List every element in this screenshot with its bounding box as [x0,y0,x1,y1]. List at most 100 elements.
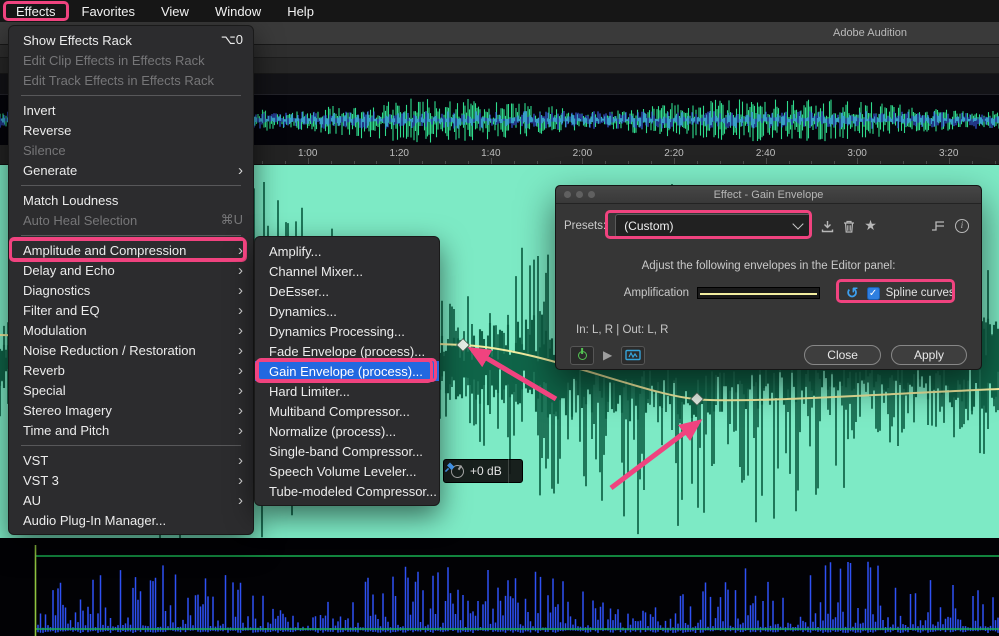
menu-item-auto-heal-selection: Auto Heal Selection⌘U [9,210,253,230]
timeline-label: 3:00 [847,148,866,159]
menu-item-noise-reduction-restoration[interactable]: Noise Reduction / Restoration› [9,340,253,360]
menu-item-diagnostics[interactable]: Diagnostics› [9,280,253,300]
ruler-tick [285,161,286,164]
power-icon [578,351,587,360]
screen: Adobe Audition 1:001:201:402:002:202:403… [0,0,999,636]
menu-item-label: Reverb [23,363,226,378]
power-button[interactable] [570,346,594,365]
menu-separator [21,95,241,96]
menu-item-fade-envelope-process[interactable]: Fade Envelope (process)... [255,341,439,361]
reset-icon[interactable]: ↺ [846,286,859,301]
ruler-tick [262,161,263,164]
menu-item-delay-and-echo[interactable]: Delay and Echo› [9,260,253,280]
menu-item-label: Match Loudness [23,193,243,208]
menu-item-channel-mixer[interactable]: Channel Mixer... [255,261,439,281]
menu-item-stereo-imagery[interactable]: Stereo Imagery› [9,400,253,420]
preset-value: (Custom) [624,219,673,233]
menu-item-reverb[interactable]: Reverb › [9,360,253,380]
menu-item-tube-modeled-compressor[interactable]: Tube-modeled Compressor... [255,481,439,501]
secondary-waveform-panel [0,538,999,636]
amplitude-and-compression-submenu: Amplify... Channel Mixer... DeEsser... Dyna… [254,236,440,506]
menu-item-modulation[interactable]: Modulation› [9,320,253,340]
menu-item-label: Dynamics... [269,304,429,319]
menu-item-special[interactable]: Special› [9,380,253,400]
menu-item-label: Noise Reduction / Restoration [23,343,226,358]
menu-item-label: Filter and EQ [23,303,226,318]
ruler-tick [468,161,469,164]
menu-item-label: Channel Mixer... [269,264,429,279]
presets-dropdown[interactable]: (Custom) [615,214,812,238]
dialog-title-bar[interactable]: Effect - Gain Envelope [556,186,981,204]
channel-io-text: In: L, R | Out: L, R [556,324,981,336]
menu-item-au[interactable]: AU› [9,490,253,510]
menu-item-label: Delay and Echo [23,263,226,278]
preview-editor-button[interactable] [621,346,645,365]
menu-item-gain-envelope-process[interactable]: Gain Envelope (process)... [255,361,439,381]
menubar-item-favorites[interactable]: Favorites [69,0,148,22]
menu-item-time-and-pitch[interactable]: Time and Pitch› [9,420,253,440]
menu-item-multiband-compressor[interactable]: Multiband Compressor... [255,401,439,421]
ruler-tick [514,161,515,164]
ruler-tick [422,161,423,164]
menu-item-label: Gain Envelope (process)... [269,364,429,379]
menu-item-match-loudness[interactable]: Match Loudness [9,190,253,210]
save-preset-button[interactable] [821,220,834,233]
menu-item-dynamics[interactable]: Dynamics... [255,301,439,321]
apply-button[interactable]: Apply [891,345,967,365]
info-icon[interactable]: i [955,219,969,233]
secondary-waveform-graphic [0,538,999,636]
preview-play-button[interactable]: ▶ [603,348,612,362]
ruler-tick [995,161,996,164]
menu-item-amplify[interactable]: Amplify... [255,241,439,261]
menu-item-reverse[interactable]: Reverse [9,120,253,140]
spline-curves-checkbox[interactable]: ✓ [867,287,880,300]
menu-item-vst-3[interactable]: VST 3› [9,470,253,490]
pin-icon[interactable] [508,459,515,483]
menu-item-silence: Silence [9,140,253,160]
ruler-tick [903,161,904,164]
menubar-item-view[interactable]: View [148,0,202,22]
delete-preset-button[interactable] [843,220,855,233]
menu-item-speech-volume-leveler[interactable]: Speech Volume Leveler... [255,461,439,481]
menu-item-generate[interactable]: Generate› [9,160,253,180]
menu-item-vst[interactable]: VST› [9,450,253,470]
gain-envelope-dialog: Effect - Gain Envelope Presets: (Custom)… [555,185,982,370]
favorite-star-icon[interactable]: ★ [864,218,877,234]
menu-separator [21,445,241,446]
menu-item-normalize-process[interactable]: Normalize (process)... [255,421,439,441]
menu-item-label: DeEsser... [269,284,429,299]
submenu-chevron-icon: › [238,243,243,258]
menu-item-audio-plug-in-manager[interactable]: Audio Plug-In Manager... [9,510,253,530]
submenu-chevron-icon: › [238,303,243,318]
envelope-point[interactable] [457,339,470,352]
submenu-chevron-icon: › [238,163,243,178]
envelope-point[interactable] [691,393,704,406]
menu-item-dynamics-processing[interactable]: Dynamics Processing... [255,321,439,341]
menu-item-label: AU [23,493,226,508]
menu-item-filter-and-eq[interactable]: Filter and EQ › [9,300,253,320]
menubar-item-window[interactable]: Window [202,0,274,22]
ruler-tick [354,161,355,164]
volume-hud[interactable]: +0 dB [443,459,523,483]
menu-item-hard-limiter[interactable]: Hard Limiter... [255,381,439,401]
ruler-tick [972,161,973,164]
routing-icon[interactable] [930,220,946,232]
ruler-tick [445,161,446,164]
menu-item-single-band-compressor[interactable]: Single-band Compressor... [255,441,439,461]
menu-item-amplitude-and-compression[interactable]: Amplitude and Compression › [9,240,253,260]
menubar-item-help[interactable]: Help [274,0,327,22]
menu-separator [21,185,241,186]
ruler-tick [834,161,835,164]
menu-item-invert[interactable]: Invert [9,100,253,120]
menu-item-label: Amplitude and Compression [23,243,226,258]
chevron-down-icon [793,218,804,229]
menu-item-label: Invert [23,103,243,118]
submenu-chevron-icon: › [238,363,243,378]
menu-item-show-effects-rack[interactable]: Show Effects Rack⌥0 [9,30,253,50]
menu-item-deesser[interactable]: DeEsser... [255,281,439,301]
amplification-color-swatch[interactable] [697,287,820,299]
menubar-item-effects[interactable]: Effects [3,0,69,22]
ruler-tick [376,161,377,164]
close-button[interactable]: Close [804,345,881,365]
ruler-tick [628,161,629,164]
